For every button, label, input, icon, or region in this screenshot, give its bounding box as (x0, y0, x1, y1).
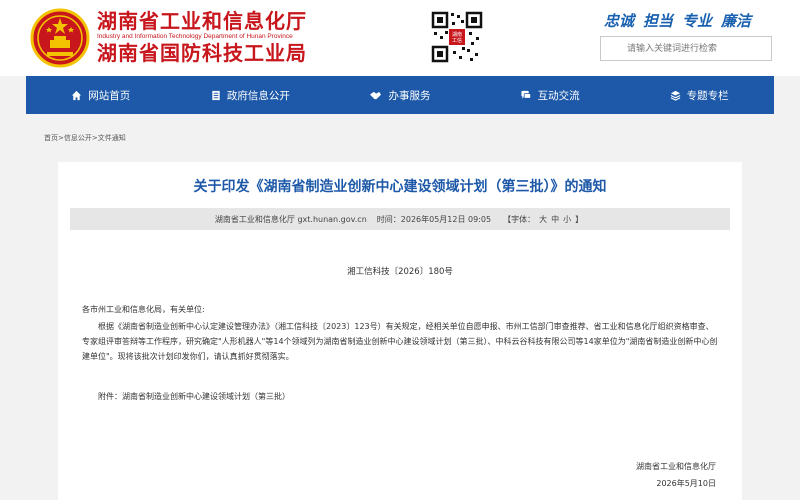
breadcrumb-level1[interactable]: 信息公开 (64, 134, 92, 142)
breadcrumb-level2[interactable]: 文件通知 (98, 134, 126, 142)
site-title-english: Industry and Information Technology Depa… (97, 33, 293, 40)
article-source: 湖南省工业和信息化厅 gxt.hunan.gov.cn (214, 214, 367, 224)
article-title: 关于印发《湖南省制造业创新中心建设领域计划（第三批）》的通知 (193, 179, 607, 195)
document-icon (212, 90, 220, 100)
handshake-icon (370, 91, 382, 99)
breadcrumb: 首页>信息公开>文件通知 (44, 133, 126, 143)
slogan-word: 忠诚 (604, 12, 635, 30)
font-size-close: 】 (575, 214, 584, 224)
nav-item-label: 政府信息公开 (226, 89, 290, 102)
font-size-large-button[interactable]: 大 (539, 215, 547, 224)
article-panel: 关于印发《湖南省制造业创新中心建设领域计划（第三批）》的通知 湖南省工业和信息化… (58, 162, 742, 500)
svg-text:工信: 工信 (452, 37, 462, 44)
document-number: 湘工信科技〔2026〕180号 (347, 267, 453, 277)
addressee: 各市州工业和信息化局，有关单位: (82, 305, 205, 314)
svg-text:湖南: 湖南 (452, 31, 462, 38)
nav-item-gov-info[interactable]: 政府信息公开 (176, 76, 326, 114)
nav-item-label: 互动交流 (537, 89, 580, 102)
home-icon (72, 90, 82, 100)
article-time: 时间：2026年05月12日 09:05 (376, 214, 492, 224)
layers-icon (670, 90, 681, 101)
site-title-block[interactable]: 湖南省工业和信息化厅 Industry and Information Tech… (97, 9, 337, 65)
slogan-word: 专业 (682, 12, 713, 30)
font-size-control: 【字体：大中小】 (501, 214, 585, 225)
site-title-primary: 湖南省工业和信息化厅 (97, 9, 307, 33)
nav-item-topics[interactable]: 专题专栏 (624, 76, 774, 114)
signature-organization: 湖南省工业和信息化厅 (636, 462, 716, 471)
nav-item-label: 网站首页 (88, 89, 131, 102)
font-size-small-button[interactable]: 小 (563, 215, 571, 224)
signature-date: 2026年5月10日 (656, 479, 716, 488)
slogan: 忠诚 担当 专业 廉洁 (604, 10, 774, 31)
article-body: 根据《湖南省制造业创新中心认定建设管理办法》（湘工信科技〔2023〕123号）有… (82, 322, 718, 361)
site-title-secondary: 湖南省国防科技工业局 (97, 41, 307, 65)
attachment-link[interactable]: 附件：湖南省制造业创新中心建设领域计划（第三批） (98, 391, 290, 402)
main-nav: 网站首页 政府信息公开 办事服务 互动交流 专题专栏 (26, 76, 774, 114)
qr-code-icon: 湖南 工信 (431, 11, 483, 63)
nav-item-label: 办事服务 (388, 89, 431, 102)
article-meta-bar: 湖南省工业和信息化厅 gxt.hunan.gov.cn 时间：2026年05月1… (70, 208, 730, 230)
slogan-word: 廉洁 (721, 12, 752, 30)
nav-item-home[interactable]: 网站首页 (26, 76, 176, 114)
font-size-open: 【字体： (503, 214, 536, 224)
chat-icon (520, 90, 531, 99)
breadcrumb-home[interactable]: 首页 (44, 134, 58, 142)
nav-item-label: 专题专栏 (686, 89, 729, 102)
search-input[interactable] (600, 36, 772, 61)
nav-item-interaction[interactable]: 互动交流 (475, 76, 625, 114)
nav-item-services[interactable]: 办事服务 (325, 76, 475, 114)
slogan-word: 担当 (643, 12, 674, 30)
national-emblem-icon[interactable] (30, 8, 90, 68)
site-header: 湖南省工业和信息化厅 Industry and Information Tech… (0, 0, 800, 76)
font-size-medium-button[interactable]: 中 (551, 215, 559, 224)
